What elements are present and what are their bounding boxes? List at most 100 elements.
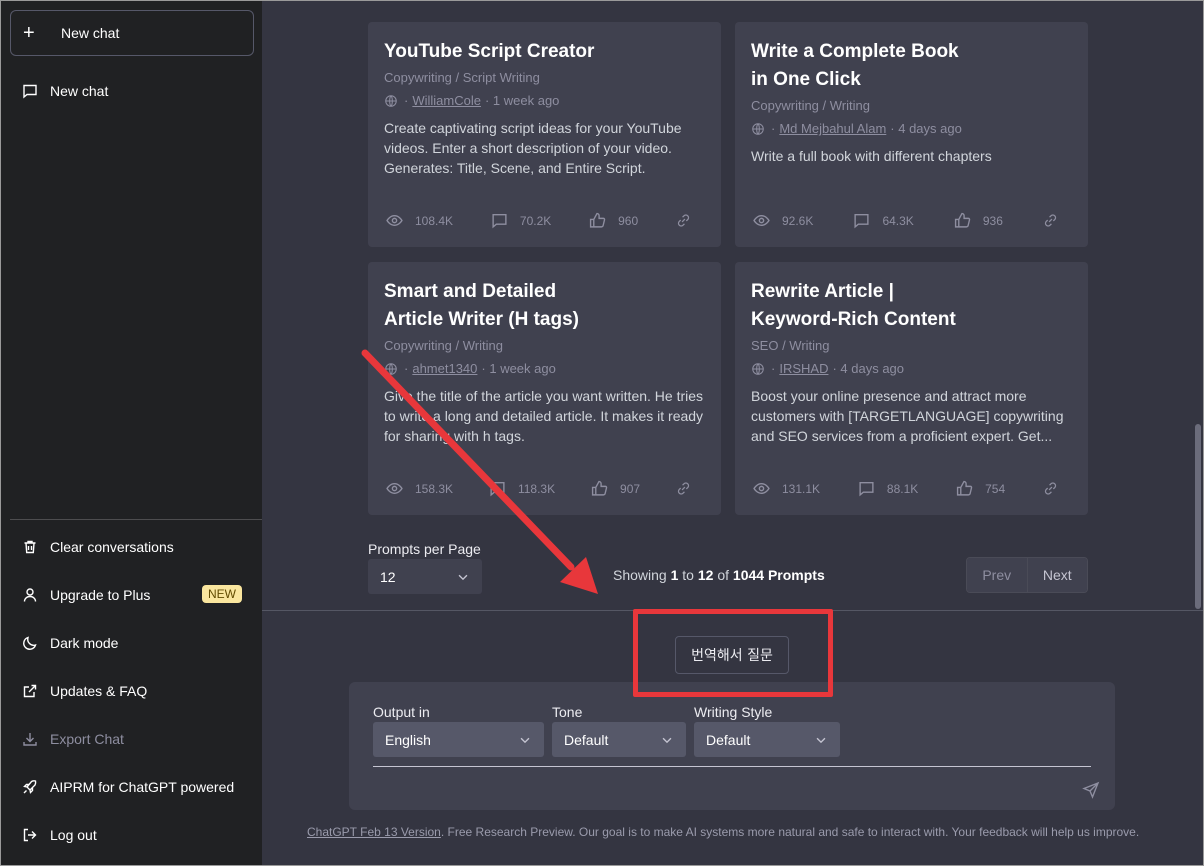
globe-icon <box>385 94 397 107</box>
link-icon <box>677 482 690 495</box>
dark-mode-label: Dark mode <box>50 635 119 651</box>
author-link[interactable]: Md Mejbahul Alam <box>779 121 886 136</box>
comment-icon <box>854 213 870 229</box>
trash-icon <box>24 540 36 554</box>
version-link[interactable]: ChatGPT Feb 13 Version <box>307 825 441 839</box>
prompts-per-page-select[interactable]: 12 <box>368 559 482 594</box>
dark-mode-button[interactable]: Dark mode <box>10 623 254 663</box>
like-button[interactable]: 907 <box>591 480 640 497</box>
upgrade-plus-button[interactable]: Upgrade to Plus NEW <box>10 575 254 615</box>
thumbs-up-icon <box>956 480 973 496</box>
author-link[interactable]: WilliamCole <box>412 93 481 108</box>
log-out-button[interactable]: Log out <box>10 815 254 855</box>
new-chat-button[interactable]: + New chat <box>10 10 254 56</box>
like-button[interactable]: 936 <box>954 212 1003 229</box>
user-icon <box>23 588 37 602</box>
card-stats: 108.4K 70.2K 960 <box>386 212 703 229</box>
card-description: Write a full book with different chapter… <box>751 148 992 164</box>
copy-link-button[interactable] <box>1043 481 1070 496</box>
thumbs-up-icon <box>591 480 608 496</box>
card-title: Write a Complete Book in One Click <box>751 41 959 90</box>
card-author: · IRSHAD · 4 days ago <box>751 361 1072 376</box>
card-description: Boost your online presence and attract m… <box>751 388 1064 444</box>
chevron-down-icon <box>662 737 672 743</box>
link-icon <box>1044 214 1057 227</box>
chevron-down-icon <box>816 737 826 743</box>
card-title: YouTube Script Creator <box>384 41 595 62</box>
views-stat: 158.3K <box>386 480 453 497</box>
link-icon <box>1044 482 1057 495</box>
logout-icon <box>23 828 37 842</box>
prompt-input-panel: Output in English Tone Default Writing S… <box>349 682 1115 810</box>
card-description: Give the title of the article you want w… <box>384 388 704 444</box>
send-icon[interactable] <box>1082 781 1100 799</box>
next-button[interactable]: Next <box>1026 558 1087 592</box>
export-chat-label: Export Chat <box>50 731 124 747</box>
new-badge: NEW <box>202 585 242 603</box>
card-time: · 1 week ago <box>481 361 556 376</box>
eye-icon <box>386 215 403 226</box>
export-chat-button[interactable]: Export Chat <box>10 719 254 759</box>
prompts-per-page-label: Prompts per Page <box>368 541 481 557</box>
card-category: SEO / Writing <box>751 338 830 353</box>
like-button[interactable]: 960 <box>589 212 638 229</box>
tone-select[interactable]: Default <box>552 722 686 757</box>
aiprm-link[interactable]: AIPRM for ChatGPT powered <box>10 767 254 807</box>
comment-icon <box>492 213 507 229</box>
chat-bubble-icon <box>23 84 37 99</box>
author-link[interactable]: IRSHAD <box>779 361 828 376</box>
globe-icon <box>752 362 764 375</box>
plus-icon: + <box>23 22 35 44</box>
card-title: Smart and Detailed Article Writer (H tags… <box>384 281 579 330</box>
tone-label: Tone <box>552 704 583 720</box>
copy-link-button[interactable] <box>1043 213 1070 228</box>
clear-conversations-button[interactable]: Clear conversations <box>10 527 254 567</box>
sidebar: + New chat New chat Clear conversations … <box>0 0 262 866</box>
author-link[interactable]: ahmet1340 <box>412 361 477 376</box>
prompt-textarea[interactable] <box>373 766 1091 767</box>
output-language-select[interactable]: English <box>373 722 544 757</box>
chevron-down-icon <box>458 574 468 580</box>
prompt-card[interactable]: Rewrite Article | Keyword-Rich Content SE… <box>735 262 1088 515</box>
scrollbar-thumb[interactable] <box>1195 424 1201 609</box>
card-category: Copywriting / Writing <box>384 338 503 353</box>
pager: Prev Next <box>966 557 1088 593</box>
card-author: · Md Mejbahul Alam · 4 days ago <box>751 121 1072 136</box>
card-description: Create captivating script ideas for your… <box>384 120 682 176</box>
writing-style-select[interactable]: Default <box>694 722 840 757</box>
chat-history-label: New chat <box>50 83 109 99</box>
external-link-icon <box>23 684 37 698</box>
upgrade-plus-label: Upgrade to Plus <box>50 587 151 603</box>
eye-icon <box>753 215 770 226</box>
output-in-label: Output in <box>373 704 430 720</box>
aiprm-label: AIPRM for ChatGPT powered <box>50 779 235 795</box>
showing-count: Showing 1 to 12 of 1044 Prompts <box>613 567 825 583</box>
card-time: · 4 days ago <box>832 361 905 376</box>
moon-icon <box>23 636 37 650</box>
card-time: · 1 week ago <box>484 93 560 108</box>
comments-stat: 88.1K <box>858 480 918 497</box>
comment-icon <box>490 481 505 497</box>
prompt-card[interactable]: Write a Complete Book in One Click Copywr… <box>735 22 1088 247</box>
copy-link-button[interactable] <box>676 481 703 496</box>
download-icon <box>23 733 37 746</box>
footer-note: ChatGPT Feb 13 Version. Free Research Pr… <box>307 825 1140 839</box>
prompt-card[interactable]: YouTube Script Creator Copywriting / Scr… <box>368 22 721 247</box>
card-author: · ahmet1340 · 1 week ago <box>384 361 705 376</box>
prompt-card[interactable]: Smart and Detailed Article Writer (H tags… <box>368 262 721 515</box>
rocket-icon <box>23 780 37 794</box>
chat-history-item[interactable]: New chat <box>10 72 254 110</box>
log-out-label: Log out <box>50 827 97 843</box>
views-stat: 108.4K <box>386 212 453 229</box>
new-chat-label: New chat <box>61 25 120 41</box>
card-time: · 4 days ago <box>890 121 962 136</box>
comments-stat: 64.3K <box>853 212 914 229</box>
thumbs-up-icon <box>589 212 606 228</box>
like-button[interactable]: 754 <box>956 480 1005 497</box>
card-title: Rewrite Article | Keyword-Rich Content <box>751 281 956 330</box>
comments-stat: 118.3K <box>489 480 555 497</box>
copy-link-button[interactable] <box>676 213 703 228</box>
updates-faq-link[interactable]: Updates & FAQ <box>10 671 254 711</box>
clear-conversations-label: Clear conversations <box>50 539 174 555</box>
prev-button[interactable]: Prev <box>967 558 1027 592</box>
